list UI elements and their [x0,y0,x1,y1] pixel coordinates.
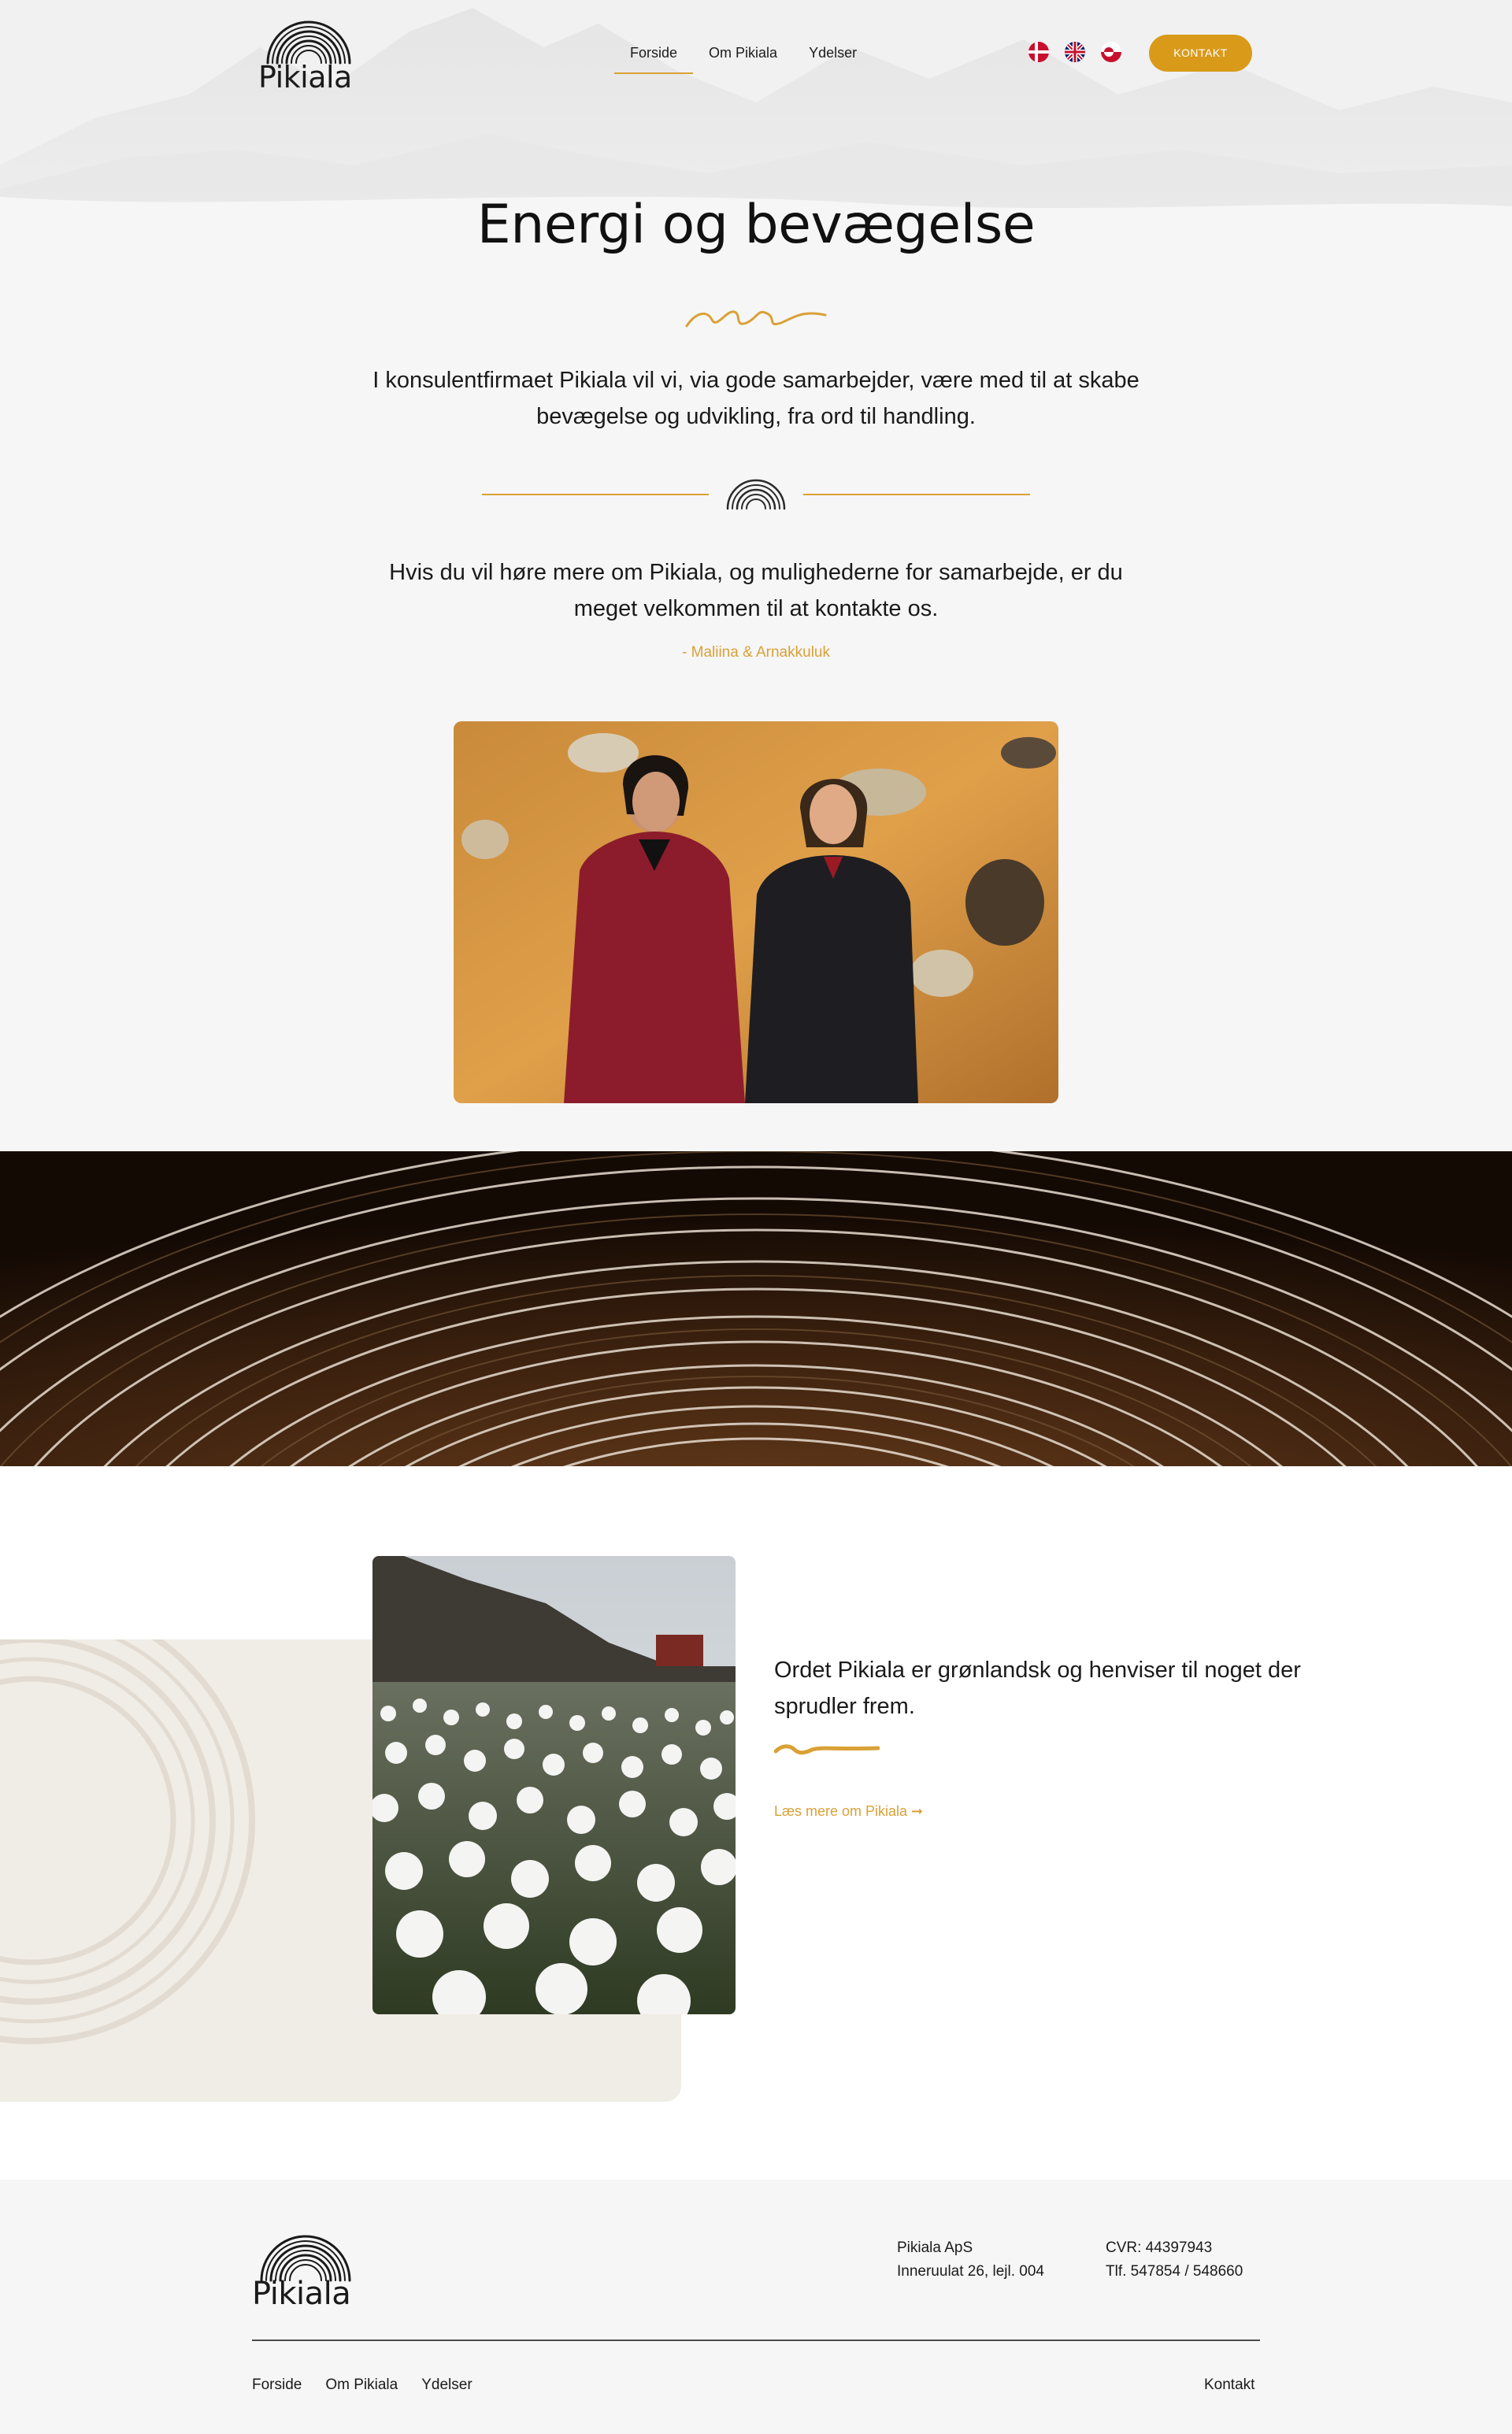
divider-line-left [482,494,709,495]
rainbow-divider-icon [726,479,786,510]
arches-photo [0,1151,1512,1466]
phone-numbers: Tlf. 547854 / 548660 [1106,2263,1243,2280]
cotton-grass-photo [372,1556,736,2014]
hero-intro-text: I konsulentfirmaet Pikiala vil vi, via g… [372,368,1140,429]
footer-nav-om-pikiala[interactable]: Om Pikiala [325,2377,398,2394]
read-more-link[interactable]: Læs mere om Pikiala ➞ [774,1803,923,1820]
logo-text: Pikiala [258,60,352,94]
logo-divider [482,475,1030,511]
site-header: Pikiala Forside Om Pikiala Ydelser KONTA… [0,0,1512,102]
language-switcher [1028,42,1121,62]
footer-address: Pikiala ApS Inneruulat 26, lejl. 004 [897,2236,1044,2284]
nav-item-om-pikiala[interactable]: Om Pikiala [693,43,793,74]
brush-stroke-icon [774,1744,880,1755]
about-section: Ordet Pikiala er grønlandsk og henviser … [0,1466,1512,2180]
company-name: Pikiala ApS [897,2240,973,2256]
hero-section: Pikiala Forside Om Pikiala Ydelser KONTA… [0,0,1512,1151]
uk-flag-icon[interactable] [1065,42,1085,62]
page-title: Energi og bevægelse [476,194,1036,256]
nav-item-ydelser[interactable]: Ydelser [793,43,873,74]
footer-logo[interactable]: Pikiala [252,2230,359,2312]
cvr-number: CVR: 44397943 [1106,2240,1213,2256]
contact-invitation-text: Hvis du vil høre mere om Pikiala, og mul… [389,560,1123,621]
greenland-flag-icon[interactable] [1101,42,1121,62]
signature-text: - Maliina & Arnakkuluk [682,644,830,661]
footer-divider [252,2340,1260,2341]
company-address: Inneruulat 26, lejl. 004 [897,2263,1044,2280]
founders-photo [454,721,1058,1103]
footer-nav-ydelser[interactable]: Ydelser [421,2377,472,2394]
header-logo[interactable]: Pikiala [258,16,359,94]
site-footer: Pikiala Pikiala ApS Inneruulat 26, lejl.… [0,2180,1512,2434]
nav-item-forside[interactable]: Forside [614,43,694,74]
footer-nav: Forside Om Pikiala Ydelser [252,2377,472,2394]
rainbow-logo-icon [260,2235,351,2282]
divider-line-right [803,494,1030,495]
footer-nav-forside[interactable]: Forside [252,2377,302,2394]
kontakt-button[interactable]: KONTAKT [1149,35,1252,72]
footer-logo-text: Pikiala [252,2276,351,2312]
danish-flag-icon[interactable] [1028,42,1049,62]
footer-kontakt-link[interactable]: Kontakt [1204,2377,1254,2394]
about-text: Ordet Pikiala er grønlandsk og henviser … [774,1658,1301,1719]
footer-contact-info: CVR: 44397943 Tlf. 547854 / 548660 [1106,2236,1243,2284]
rainbow-logo-icon [266,20,351,65]
arches-banner-image [0,1151,1512,1466]
squiggle-decoration-icon [685,310,827,328]
main-nav: Forside Om Pikiala Ydelser [614,43,873,74]
